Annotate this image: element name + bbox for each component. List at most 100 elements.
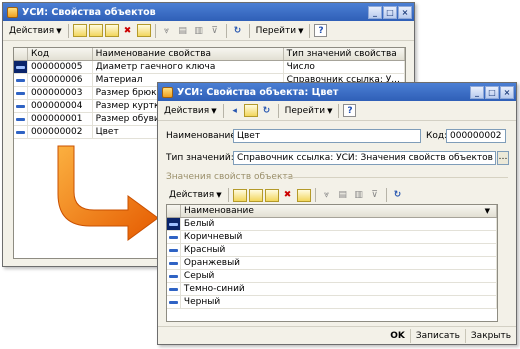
toolbar-separator xyxy=(338,103,340,118)
cell-code: 000000005 xyxy=(28,61,93,73)
values-table-header: Наименование ▼ xyxy=(167,205,497,218)
chevron-down-icon: ▼ xyxy=(56,26,62,35)
properties-list-toolbar: Действия ▼ ✖ ⩔ ▤ ▥ ⊽ ↻ Перейти ▼ ? xyxy=(3,21,414,41)
cell-code: 000000003 xyxy=(28,87,93,99)
select-type-button[interactable]: … xyxy=(497,151,509,165)
row-marker-icon xyxy=(167,218,181,230)
maximize-button[interactable]: □ xyxy=(485,85,499,99)
maximize-button[interactable]: □ xyxy=(383,5,397,19)
clear-filter-icon[interactable]: ⊽ xyxy=(208,24,222,37)
toolbar-separator xyxy=(314,188,316,202)
ok-button[interactable]: OK xyxy=(385,329,410,343)
filter-settings-icon[interactable]: ▥ xyxy=(192,24,206,37)
delete-icon[interactable]: ✖ xyxy=(281,189,295,202)
property-form-window: УСИ: Свойства объекта: Цвет _ □ × Действ… xyxy=(157,82,517,345)
row-marker-icon xyxy=(167,270,181,282)
values-actions-menu[interactable]: Действия ▼ xyxy=(166,190,225,200)
close-button[interactable]: × xyxy=(500,85,514,99)
save-icon[interactable] xyxy=(243,104,258,117)
table-row[interactable]: 000000005 Диаметр гаечного ключа Число xyxy=(14,61,405,74)
name-field[interactable]: Цвет xyxy=(233,129,421,143)
add-icon[interactable] xyxy=(232,188,247,202)
refresh-icon[interactable]: ↻ xyxy=(391,189,405,202)
close-button[interactable]: × xyxy=(398,5,412,19)
row-marker-header xyxy=(14,48,28,60)
actions-menu-label: Действия xyxy=(164,105,210,116)
copy-icon[interactable] xyxy=(104,24,119,37)
add-icon[interactable] xyxy=(72,24,87,37)
add-group-icon[interactable] xyxy=(248,188,263,202)
minimize-button[interactable]: _ xyxy=(368,5,382,19)
copy-icon[interactable] xyxy=(264,188,279,202)
back-arrow-icon[interactable]: ◂ xyxy=(228,104,242,117)
goto-menu[interactable]: Перейти ▼ xyxy=(282,106,336,116)
row-marker-icon xyxy=(14,100,28,112)
properties-list-titlebar[interactable]: УСИ: Свойства объектов _ □ × xyxy=(3,3,414,21)
property-form-titlebar[interactable]: УСИ: Свойства объекта: Цвет _ □ × xyxy=(158,83,516,101)
type-field[interactable]: Справочник ссылка: УСИ: Значения свойств… xyxy=(233,151,496,165)
row-marker-icon xyxy=(167,244,181,256)
chevron-down-icon: ▼ xyxy=(216,191,222,199)
list-item[interactable]: Красный xyxy=(167,244,497,257)
edit-icon[interactable] xyxy=(296,188,311,202)
refresh-icon[interactable]: ↻ xyxy=(231,24,245,37)
cell-code: 000000006 xyxy=(28,74,93,86)
toolbar-separator xyxy=(67,23,69,38)
help-icon[interactable]: ? xyxy=(343,104,357,117)
code-field[interactable]: 000000002 xyxy=(446,129,506,143)
actions-menu-label: Действия xyxy=(9,25,55,36)
values-table-body: Белый Коричневый Красный Оранжевый Серый Темн… xyxy=(167,218,497,309)
code-label: Код: xyxy=(426,131,448,141)
cell-value-name: Коричневый xyxy=(181,231,497,243)
cell-code: 000000001 xyxy=(28,113,93,125)
values-table: Наименование ▼ Белый Коричневый Красный Ора… xyxy=(166,204,498,322)
column-header-name[interactable]: Наименование ▼ xyxy=(181,205,497,217)
clear-filter-icon[interactable]: ⊽ xyxy=(368,189,382,202)
filter-icon[interactable]: ⩔ xyxy=(160,24,174,37)
property-form-title: УСИ: Свойства объекта: Цвет xyxy=(177,86,339,98)
actions-menu[interactable]: Действия ▼ xyxy=(161,106,220,116)
goto-menu-label: Перейти xyxy=(284,105,326,116)
actions-menu[interactable]: Действия ▼ xyxy=(6,26,65,36)
cell-code: 000000004 xyxy=(28,100,93,112)
save-button[interactable]: Записать xyxy=(409,328,465,343)
toolbar-separator xyxy=(227,188,229,202)
filter-icon[interactable]: ⩔ xyxy=(320,189,334,202)
filter-list-icon[interactable]: ▤ xyxy=(336,189,350,202)
refresh-icon[interactable]: ↻ xyxy=(260,104,274,117)
goto-menu-label: Перейти xyxy=(255,25,297,36)
list-item[interactable]: Темно-синий xyxy=(167,283,497,296)
row-marker-icon xyxy=(14,61,28,73)
section-divider xyxy=(283,177,508,178)
edit-icon[interactable] xyxy=(136,24,151,37)
add-group-icon[interactable] xyxy=(88,24,103,37)
cell-type: Число xyxy=(284,61,405,73)
app-icon xyxy=(7,6,18,18)
help-icon[interactable]: ? xyxy=(314,24,328,37)
close-form-button[interactable]: Закрыть xyxy=(464,328,516,343)
list-item[interactable]: Серый xyxy=(167,270,497,283)
cell-value-name: Оранжевый xyxy=(181,257,497,269)
filter-settings-icon[interactable]: ▥ xyxy=(352,189,366,202)
toolbar-separator xyxy=(385,188,387,202)
row-marker-icon xyxy=(167,296,181,308)
row-marker-icon xyxy=(167,257,181,269)
goto-menu[interactable]: Перейти ▼ xyxy=(253,26,307,36)
values-toolbar: Действия ▼ ✖ ⩔ ▤ ▥ ⊽ ↻ xyxy=(163,185,503,205)
column-header-type[interactable]: Тип значений свойства xyxy=(284,48,405,60)
values-section-title: Значения свойств объекта xyxy=(166,172,294,182)
list-item[interactable]: Коричневый xyxy=(167,231,497,244)
list-item[interactable]: Черный xyxy=(167,296,497,309)
chevron-down-icon: ▼ xyxy=(211,106,217,115)
cell-value-name: Красный xyxy=(181,244,497,256)
filter-list-icon[interactable]: ▤ xyxy=(176,24,190,37)
cell-value-name: Серый xyxy=(181,270,497,282)
list-item[interactable]: Оранжевый xyxy=(167,257,497,270)
toolbar-separator xyxy=(154,23,156,38)
column-header-code[interactable]: Код xyxy=(28,48,93,60)
delete-icon[interactable]: ✖ xyxy=(121,24,135,37)
cell-name: Диаметр гаечного ключа xyxy=(93,61,284,73)
minimize-button[interactable]: _ xyxy=(470,85,484,99)
list-item[interactable]: Белый xyxy=(167,218,497,231)
column-header-name[interactable]: Наименование свойства xyxy=(93,48,284,60)
